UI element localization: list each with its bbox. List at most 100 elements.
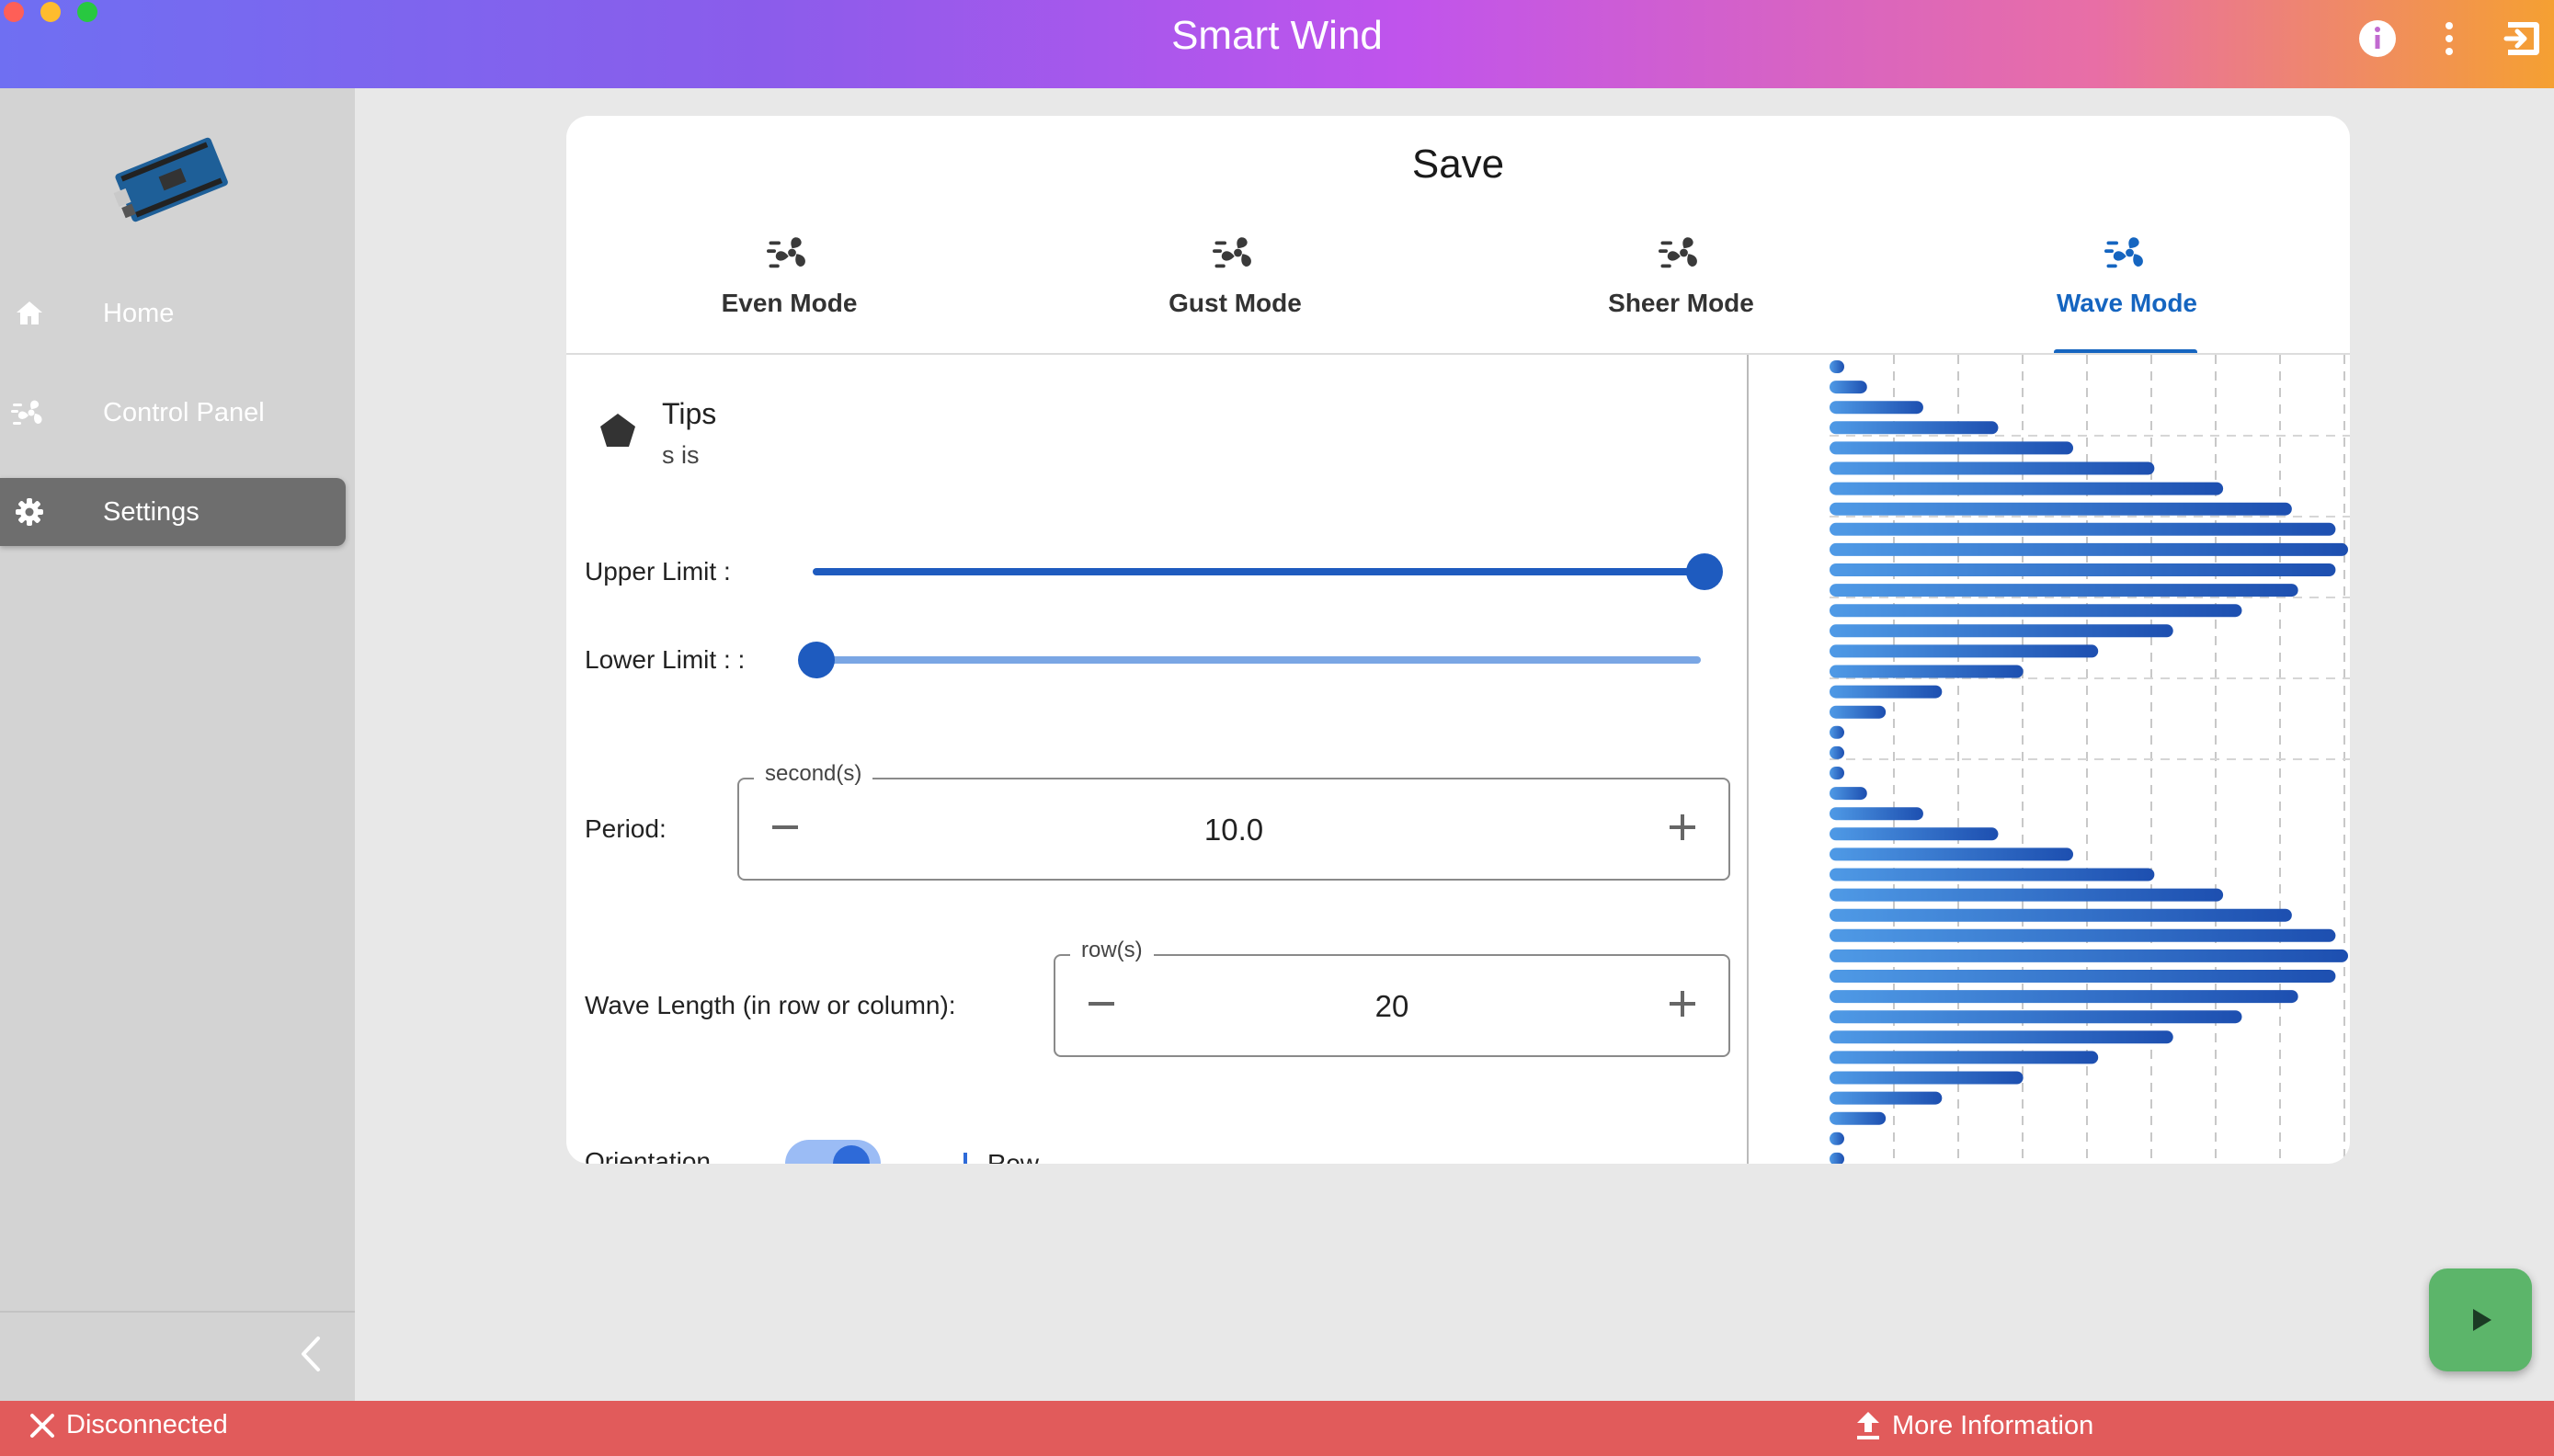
chart-bar — [1830, 767, 1844, 779]
play-button[interactable] — [2429, 1268, 2532, 1371]
home-icon — [11, 295, 48, 332]
sidebar-divider — [0, 1311, 355, 1313]
chart-bar — [1830, 665, 2024, 678]
tab-wave-mode[interactable]: Wave Mode — [1904, 230, 2350, 331]
tab-sheer-mode[interactable]: Sheer Mode — [1458, 230, 1904, 331]
chart-bar — [1830, 928, 2336, 942]
chart-bar — [1830, 522, 2336, 536]
slider-track — [813, 656, 1701, 664]
sidebar-item-label: Settings — [103, 496, 200, 527]
arduino-board-logo — [113, 137, 228, 222]
period-stepper[interactable]: second(s) 10.0 — [737, 761, 1730, 881]
chart-bar — [1830, 1152, 1844, 1164]
exit-icon[interactable] — [2501, 17, 2545, 61]
chart-bar — [1830, 990, 2298, 1004]
tab-label: Even Mode — [721, 289, 858, 317]
orientation-toggle[interactable] — [785, 1140, 881, 1164]
connection-status: Disconnected — [28, 1410, 228, 1440]
chart-bar — [1830, 705, 1887, 719]
wave-length-value[interactable]: 20 — [1055, 989, 1728, 1024]
chart-bar — [1830, 401, 1923, 415]
chart-bar — [1830, 644, 2099, 658]
more-information-link[interactable]: More Information — [1853, 1410, 2093, 1441]
toggle-knob — [833, 1145, 870, 1164]
chart-bar — [1830, 868, 2155, 882]
chart-bar — [1830, 1091, 1943, 1105]
upper-limit-slider[interactable] — [798, 544, 1723, 599]
orientation-label: Orientation — [585, 1147, 711, 1164]
chart-bar — [1830, 1010, 2242, 1024]
more-information-label: More Information — [1892, 1410, 2094, 1440]
chart-bar — [1830, 584, 2298, 597]
slider-track — [813, 568, 1701, 575]
chart-bar — [1830, 888, 2224, 902]
period-label: Period: — [585, 814, 667, 843]
fan-icon — [1212, 237, 1251, 268]
chart-bar — [1830, 807, 1923, 821]
chart-bar — [1830, 685, 1943, 699]
sidebar-item-label: Control Panel — [103, 397, 265, 427]
fan-icon — [11, 394, 48, 431]
tab-label: Sheer Mode — [1608, 289, 1754, 317]
tab-label: Wave Mode — [2057, 289, 2197, 317]
sidebar-item-settings[interactable]: Settings — [0, 478, 346, 546]
period-value[interactable]: 10.0 — [739, 813, 1728, 847]
chart-bar — [1830, 1030, 2173, 1044]
fan-icon — [2104, 237, 2143, 268]
play-icon — [2473, 1309, 2491, 1331]
sidebar-item-label: Home — [103, 298, 175, 328]
chart-bar — [1830, 502, 2292, 516]
chart-bar — [1830, 421, 1999, 435]
upper-limit-label: Upper Limit : — [585, 557, 731, 586]
chart-bar — [1830, 563, 2336, 576]
save-title[interactable]: Save — [566, 142, 2350, 188]
chart-bar — [1830, 847, 2074, 861]
chevron-left-icon[interactable] — [292, 1331, 329, 1377]
chart-bar — [1830, 624, 2173, 638]
plus-icon[interactable] — [1655, 976, 1710, 1031]
wave-chart — [1830, 355, 2350, 1164]
orientation-radio[interactable] — [963, 1153, 967, 1164]
chart-bar — [1830, 725, 1844, 739]
app-title: Smart Wind — [1171, 13, 1383, 58]
info-icon[interactable] — [2355, 17, 2400, 61]
slider-thumb[interactable] — [1686, 553, 1723, 590]
lower-limit-slider[interactable] — [798, 632, 1717, 688]
chart-bar — [1830, 542, 2348, 556]
chart-bar — [1830, 787, 1867, 801]
fan-icon — [1658, 237, 1697, 268]
wave-length-stepper[interactable]: row(s) 20 — [1054, 938, 1730, 1057]
wave-length-unit: row(s) — [1070, 938, 1154, 963]
tips-body: s is — [662, 441, 700, 469]
chart-bar — [1830, 1111, 1887, 1125]
period-unit: second(s) — [754, 761, 873, 787]
tab-even-mode[interactable]: Even Mode — [566, 230, 1012, 331]
sidebar-item-home[interactable]: Home — [0, 279, 346, 347]
chart-bar — [1830, 745, 1844, 759]
lower-limit-label: Lower Limit : : — [585, 645, 746, 674]
chart-bar — [1830, 1071, 2024, 1085]
gear-icon — [11, 494, 48, 530]
close-icon — [30, 1413, 54, 1438]
tab-gust-mode[interactable]: Gust Mode — [1012, 230, 1458, 331]
chart-bar — [1830, 482, 2224, 495]
title-bar: Smart Wind — [0, 0, 2554, 88]
tips-title: Tips — [662, 397, 717, 430]
status-bar: Disconnected More Information — [0, 1401, 2554, 1456]
slider-thumb[interactable] — [798, 642, 835, 678]
sidebar: Home Control Panel Settings — [0, 88, 355, 1401]
chart-bar — [1830, 360, 1844, 373]
chart-bar — [1830, 381, 1867, 394]
fan-icon — [766, 237, 805, 268]
chart-bar — [1830, 949, 2348, 962]
chart-bar — [1830, 461, 2155, 475]
settings-card: Save Even Mode Gust Mode Sheer Mode Wave… — [566, 116, 2350, 1164]
more-vert-icon[interactable] — [2427, 17, 2471, 61]
sidebar-item-control-panel[interactable]: Control Panel — [0, 379, 346, 447]
chart-bar — [1830, 1051, 2099, 1064]
plus-icon[interactable] — [1655, 800, 1710, 855]
tab-label: Gust Mode — [1169, 289, 1302, 317]
chart-bar — [1830, 604, 2242, 618]
chart-bar — [1830, 970, 2336, 983]
chart-bar — [1830, 441, 2074, 455]
